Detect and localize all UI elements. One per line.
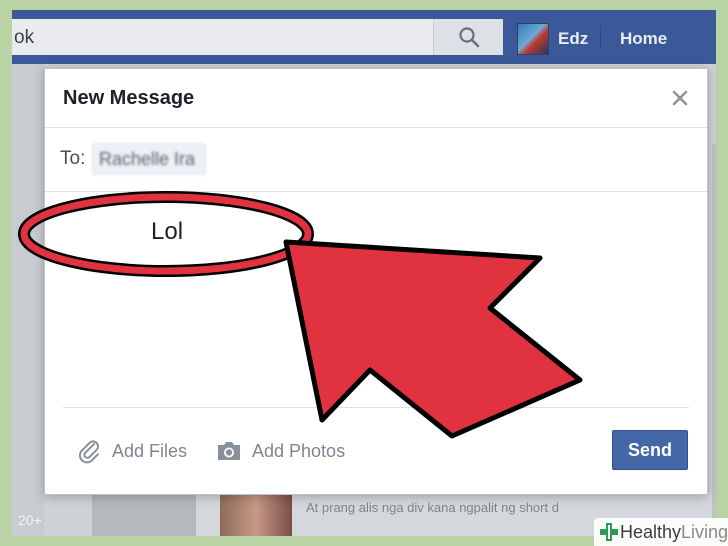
add-photos-button[interactable]: Add Photos bbox=[215, 438, 345, 464]
feed-post-text: At prang alis nga div kana ngpalit ng sh… bbox=[306, 500, 559, 515]
add-files-label: Add Files bbox=[112, 440, 188, 461]
home-link[interactable]: Home bbox=[620, 29, 667, 49]
recipient-token[interactable]: Rachelle Ira bbox=[92, 143, 207, 175]
left-sidebar bbox=[12, 64, 44, 536]
watermark-brand: Healthy bbox=[620, 522, 682, 542]
camera-icon bbox=[218, 442, 240, 460]
dialog-header: New Message bbox=[45, 69, 707, 128]
dialog-footer: Add Files Add Photos Send bbox=[45, 408, 707, 494]
paperclip-icon bbox=[79, 440, 99, 464]
watermark: HealthyLiving bbox=[594, 518, 728, 546]
message-body-input[interactable]: Lol bbox=[45, 192, 707, 407]
close-icon bbox=[672, 90, 688, 106]
feed-thumbnail bbox=[92, 492, 196, 536]
recipient-row[interactable]: To: Rachelle Ira bbox=[45, 128, 707, 192]
avatar[interactable] bbox=[517, 23, 549, 55]
message-text: Lol bbox=[151, 218, 184, 245]
add-photos-label: Add Photos bbox=[252, 440, 346, 461]
search-button[interactable] bbox=[433, 19, 503, 55]
profile-link[interactable]: Edz bbox=[558, 29, 588, 49]
count-badge: 20+ bbox=[18, 512, 42, 528]
search-bar[interactable]: ok bbox=[12, 19, 503, 55]
right-column-edge bbox=[712, 144, 716, 524]
watermark-text: HealthyLiving bbox=[620, 522, 728, 543]
nav-divider bbox=[600, 26, 601, 50]
search-input[interactable]: ok bbox=[14, 27, 34, 49]
top-navigation-bar: ok Edz Home bbox=[12, 10, 716, 64]
send-button[interactable]: Send bbox=[612, 430, 688, 470]
dialog-title: New Message bbox=[63, 87, 195, 109]
new-message-dialog: New Message To: Rachelle Ira Lol Add Fil… bbox=[44, 68, 708, 495]
watermark-brand-suffix: Living bbox=[681, 522, 728, 542]
close-button[interactable] bbox=[669, 87, 691, 109]
add-files-button[interactable]: Add Files bbox=[77, 438, 187, 464]
search-icon bbox=[459, 27, 480, 48]
feed-photo bbox=[220, 494, 292, 536]
to-label: To: bbox=[60, 148, 86, 169]
healthy-living-logo-icon bbox=[600, 523, 618, 541]
